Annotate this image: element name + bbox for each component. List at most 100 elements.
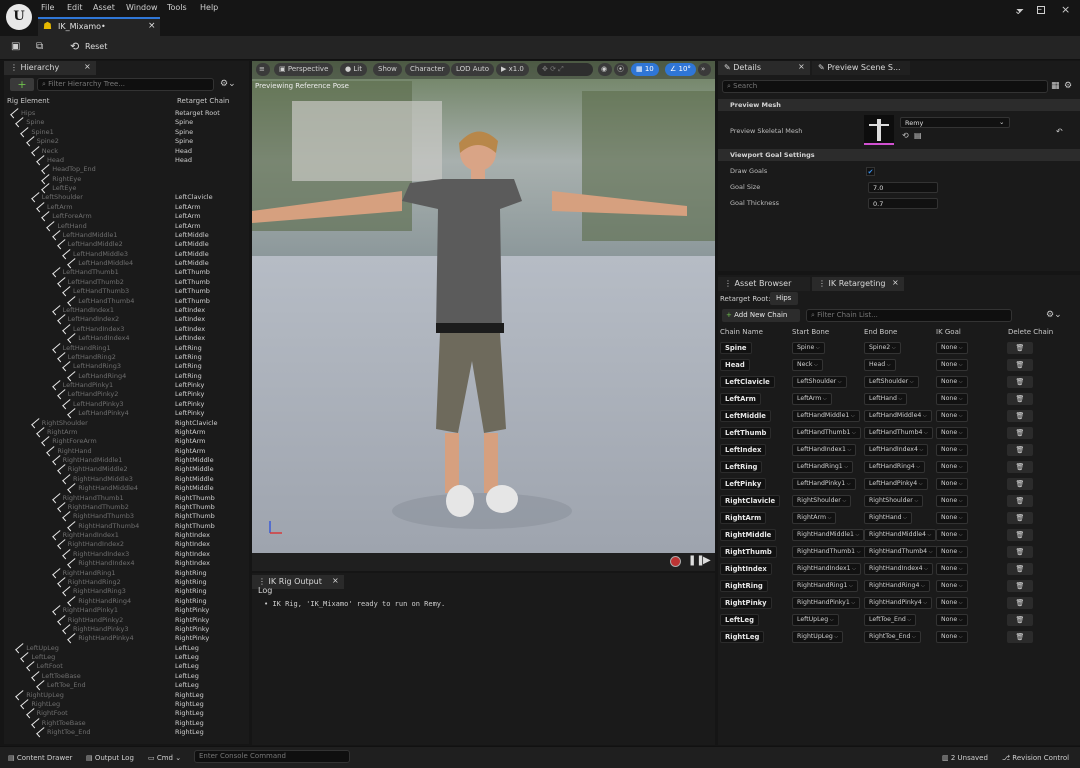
chain-row[interactable]: LeftLeg LeftUpLeg LeftToe_End None 🗑 [718,612,1080,629]
delete-chain-button[interactable]: 🗑 [1007,478,1033,490]
close-tab-icon[interactable]: × [798,62,805,71]
start-bone-dropdown[interactable]: RightHandMiddle1 [792,529,865,541]
hierarchy-row[interactable]: RightHandIndex2 RightIndex [4,540,249,549]
start-bone-dropdown[interactable]: LeftUpLeg [792,614,839,626]
menu-tools[interactable]: Tools [167,3,187,12]
hierarchy-row[interactable]: RightHandIndex1 RightIndex [4,531,249,540]
chain-name-field[interactable]: LeftClavicle [720,376,775,388]
viewport[interactable]: Previewing Reference Pose [252,61,715,553]
save-icon[interactable]: ▣ [11,41,25,55]
hierarchy-row[interactable]: LeftHandMiddle1 LeftMiddle [4,231,249,240]
chain-name-field[interactable]: RightMiddle [720,529,777,541]
delete-chain-button[interactable]: 🗑 [1007,597,1033,609]
surface-snap-icon[interactable]: ⦿ [614,63,628,76]
hierarchy-row[interactable]: LeftHandMiddle2 LeftMiddle [4,240,249,249]
delete-chain-button[interactable]: 🗑 [1007,512,1033,524]
hierarchy-row[interactable]: LeftForeArm LeftArm [4,212,249,221]
chain-row[interactable]: RightLeg RightUpLeg RightToe_End None 🗑 [718,629,1080,646]
add-element-button[interactable]: + [10,78,34,91]
end-bone-dropdown[interactable]: LeftHandPinky4 [864,478,928,490]
hierarchy-row[interactable]: RightHandRing4 RightRing [4,597,249,606]
chevron-down-icon[interactable]: ⌄ [1014,6,1022,17]
chain-name-field[interactable]: RightPinky [720,597,772,609]
start-bone-dropdown[interactable]: RightHandIndex1 [792,563,861,575]
chain-name-field[interactable]: RightClavicle [720,495,781,507]
ik-goal-dropdown[interactable]: None [936,546,968,558]
hierarchy-row[interactable]: RightHandRing2 RightRing [4,578,249,587]
settings-icon[interactable]: ⚙⌄ [220,79,236,89]
settings-icon[interactable]: ⚙⌄ [1046,310,1062,320]
delete-chain-button[interactable]: 🗑 [1007,563,1033,575]
hierarchy-row[interactable]: LeftHandIndex3 LeftIndex [4,325,249,334]
start-bone-dropdown[interactable]: LeftShoulder [792,376,847,388]
hierarchy-row[interactable]: LeftHandPinky1 LeftPinky [4,381,249,390]
ik-goal-dropdown[interactable]: None [936,410,968,422]
start-bone-dropdown[interactable]: RightHandRing1 [792,580,858,592]
close-tab-icon[interactable]: × [892,278,899,287]
ik-goal-dropdown[interactable]: None [936,563,968,575]
hierarchy-row[interactable]: RightHandPinky2 RightPinky [4,616,249,625]
delete-chain-button[interactable]: 🗑 [1007,461,1033,473]
hierarchy-row[interactable]: LeftHandThumb3 LeftThumb [4,287,249,296]
goal-thickness-field[interactable]: 0.7 [868,198,938,209]
start-bone-dropdown[interactable]: RightHandPinky1 [792,597,861,609]
hierarchy-row[interactable]: RightHandRing3 RightRing [4,587,249,596]
hierarchy-row[interactable]: LeftHandPinky2 LeftPinky [4,390,249,399]
section-preview-mesh[interactable]: Preview Mesh [718,99,1080,111]
character-button[interactable]: Character [405,63,450,76]
console-command-input[interactable]: Enter Console Command [194,750,350,763]
tab-asset-browser[interactable]: ⋮ Asset Browser [718,277,810,291]
perspective-button[interactable]: ▣ Perspective [274,63,334,76]
hierarchy-row[interactable]: LeftHand LeftArm [4,222,249,231]
ik-goal-dropdown[interactable]: None [936,393,968,405]
hierarchy-row[interactable]: RightHandThumb4 RightThumb [4,522,249,531]
start-bone-dropdown[interactable]: LeftArm [792,393,832,405]
hierarchy-row[interactable]: RightShoulder RightClavicle [4,419,249,428]
hierarchy-row[interactable]: Head Head [4,156,249,165]
chain-name-field[interactable]: LeftIndex [720,444,767,456]
hierarchy-row[interactable]: RightArm RightArm [4,428,249,437]
chain-name-field[interactable]: RightRing [720,580,768,592]
hierarchy-row[interactable]: Spine1 Spine [4,128,249,137]
chain-row[interactable]: RightClavicle RightShoulder RightShoulder N… [718,493,1080,510]
end-bone-dropdown[interactable]: LeftShoulder [864,376,919,388]
hierarchy-row[interactable]: RightHandIndex4 RightIndex [4,559,249,568]
hierarchy-row[interactable]: LeftHandIndex2 LeftIndex [4,315,249,324]
close-tab-icon[interactable]: × [84,62,91,71]
menu-window[interactable]: Window [126,3,158,12]
hierarchy-row[interactable]: HeadTop_End [4,165,249,174]
hierarchy-row[interactable]: RightHandThumb2 RightThumb [4,503,249,512]
hierarchy-row[interactable]: RightToeBase RightLeg [4,719,249,728]
hierarchy-row[interactable]: RightHandPinky3 RightPinky [4,625,249,634]
chain-row[interactable]: LeftThumb LeftHandThumb1LeftHandThumb4Non… [718,425,1080,442]
end-bone-dropdown[interactable]: RightHandRing4 [864,580,930,592]
skeletal-mesh-dropdown[interactable]: Remy ⌄ [900,117,1010,128]
coordinate-space-icon[interactable]: ◉ [598,63,612,76]
asset-tab[interactable]: ☗ IK_Mixamo• × [38,17,160,36]
hierarchy-row[interactable]: LeftHandThumb4 LeftThumb [4,297,249,306]
tab-details[interactable]: ✎ Details × [718,61,810,75]
start-bone-dropdown[interactable]: LeftHandThumb1 [792,427,861,439]
chain-name-field[interactable]: RightLeg [720,631,765,643]
hierarchy-row[interactable]: LeftHandRing2 LeftRing [4,353,249,362]
chain-name-field[interactable]: RightArm [720,512,767,524]
hierarchy-row[interactable]: Spine2 Spine [4,137,249,146]
start-bone-dropdown[interactable]: LeftHandPinky1 [792,478,856,490]
end-bone-dropdown[interactable]: RightHand [864,512,912,524]
reset-button[interactable]: Reset [85,42,107,51]
hierarchy-row[interactable]: LeftHandIndex4 LeftIndex [4,334,249,343]
hierarchy-row[interactable]: LeftEye [4,184,249,193]
settings-icon[interactable]: ⚙ [1064,81,1072,91]
chain-row[interactable]: LeftMiddle LeftHandMiddle1 LeftHandMiddle4… [718,408,1080,425]
close-tab-icon[interactable]: × [332,576,339,585]
tab-ik-retargeting[interactable]: ⋮ IK Retargeting × [812,277,904,291]
add-new-chain-button[interactable]: + Add New Chain [722,309,800,322]
record-icon[interactable] [670,556,681,567]
chain-row[interactable]: RightRing RightHandRing1 RightHandRing4 Non… [718,578,1080,595]
hierarchy-row[interactable]: RightHandThumb1 RightThumb [4,494,249,503]
hierarchy-row[interactable]: Neck Head [4,147,249,156]
menu-asset[interactable]: Asset [93,3,115,12]
hierarchy-row[interactable]: LeftLeg LeftLeg [4,653,249,662]
hierarchy-row[interactable]: LeftHandRing3 LeftRing [4,362,249,371]
ik-goal-dropdown[interactable]: None [936,597,968,609]
